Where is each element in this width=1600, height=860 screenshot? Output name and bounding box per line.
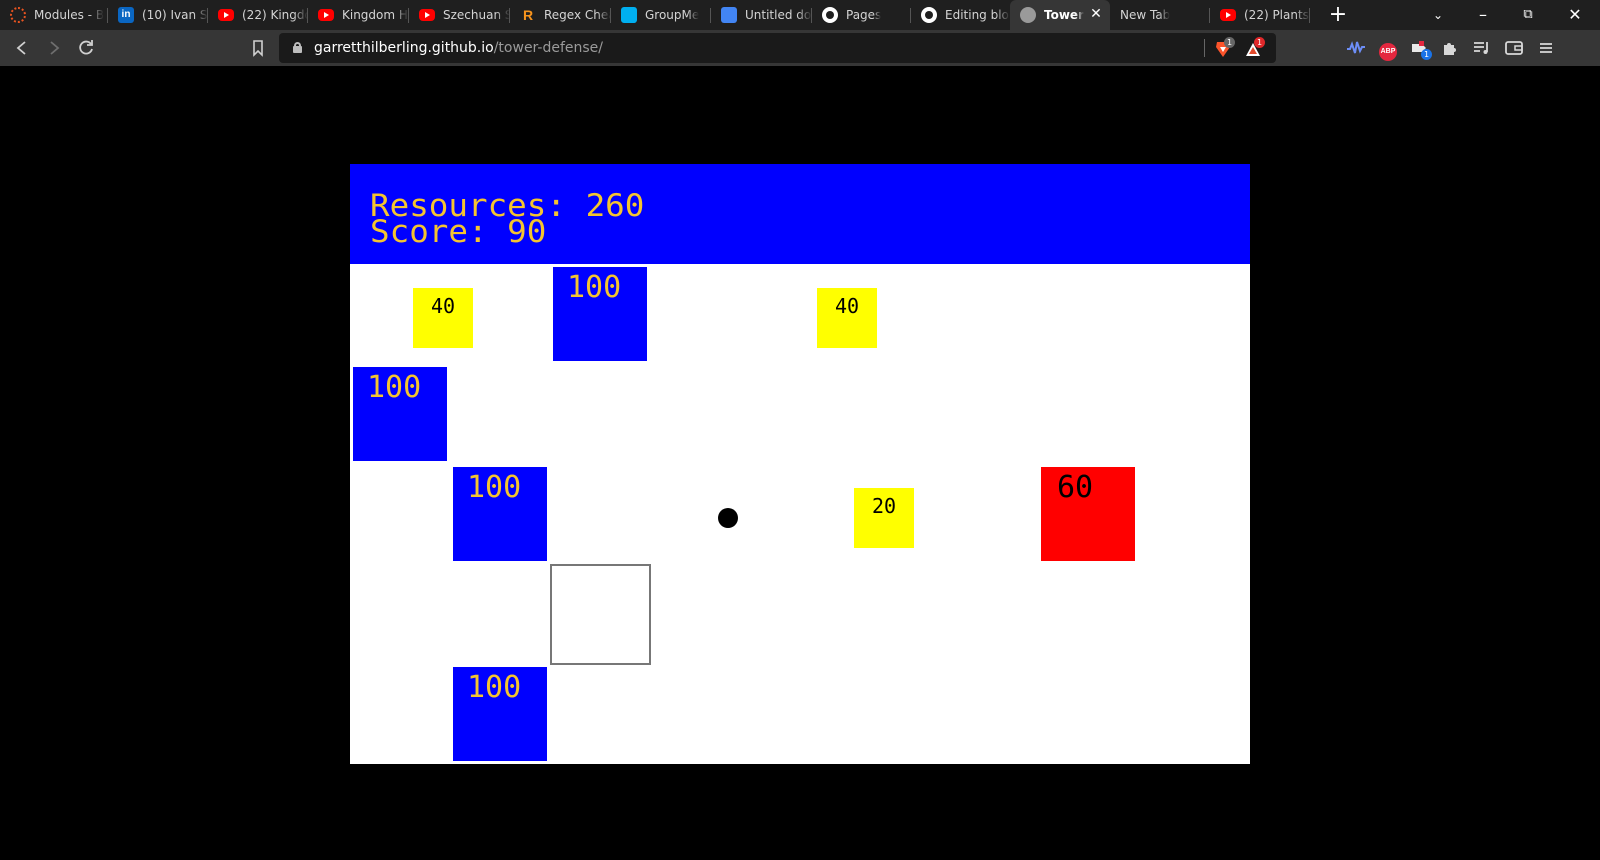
browser-tab[interactable]: Pages [812,0,911,30]
groupme-icon [621,7,637,23]
new-tab-button[interactable]: + [1318,0,1358,30]
defender-health: 100 [467,470,522,505]
regex-icon: R [522,7,534,23]
forward-icon [50,41,60,55]
adblock-plus-button[interactable]: ABP [1376,36,1400,61]
browser-tab[interactable]: Untitled doc [711,0,812,30]
tab-close-icon[interactable]: ✕ [1088,6,1104,22]
hovered-grid-cell[interactable] [550,564,651,665]
hamburger-icon [1540,43,1552,53]
resource-amount: 20 [871,494,897,518]
tab-title: Modules - B [34,8,105,22]
rewards-count-badge: 1 [1254,37,1265,48]
tab-title: Pages [846,8,882,22]
back-icon [16,41,26,55]
address-bar[interactable]: garretthilberling.github.io/tower-defens… [279,33,1276,63]
browser-tab[interactable]: in (10) Ivan She [108,0,208,30]
tab-title: (22) Kingdon [242,8,308,22]
resource-amount: 40 [430,294,456,318]
close-window-button[interactable]: ✕ [1555,0,1595,30]
defender-tower[interactable]: 100 [553,267,647,361]
linkedin-icon: in [118,7,134,23]
shields-count-badge: 1 [1224,37,1235,48]
resource-amount: 40 [834,294,860,318]
defender-health: 100 [467,670,522,705]
bookmark-button[interactable] [246,36,270,60]
browser-tab[interactable]: R Regex Cheat [510,0,611,30]
resource-pickup[interactable]: 20 [854,488,914,548]
url-text[interactable]: garretthilberling.github.io/tower-defens… [314,40,603,56]
wallet-button[interactable] [1502,36,1526,60]
puzzle-icon [1444,43,1456,55]
brave-rewards-button[interactable]: 1 [1245,37,1265,58]
youtube-icon [419,9,435,21]
defender-health: 100 [367,370,422,405]
ubuntu-icon [10,7,26,23]
tab-title: Untitled doc [745,8,812,22]
lock-icon [293,42,302,53]
extension-waveform-button[interactable] [1344,36,1368,60]
brave-shields-button[interactable]: 1 [1215,37,1235,58]
forward-button[interactable] [42,36,66,60]
tab-active[interactable]: Tower D ✕ [1010,0,1110,30]
extensions-button[interactable] [1438,36,1462,60]
game-hud: Resources: 260 Score: 90 [350,164,1250,264]
resource-pickup[interactable]: 40 [817,288,877,348]
reload-icon [79,40,93,55]
projectile [718,508,738,528]
tab-title: Tower D [1044,8,1084,22]
globe-icon [1020,7,1036,23]
tab-title: Regex Cheat [544,8,611,22]
youtube-icon [318,9,334,21]
restore-button[interactable]: ⧉ [1508,0,1548,30]
waveform-icon [1347,41,1365,54]
menu-button[interactable] [1534,36,1558,60]
browser-tab[interactable]: New Tab [1110,0,1210,30]
browser-tab[interactable]: Editing blog [911,0,1010,30]
tab-title: GroupMe [645,8,700,22]
github-icon [921,7,937,23]
browser-tab[interactable]: Kingdom He [308,0,409,30]
url-divider [1204,39,1205,57]
tab-title: Kingdom He [342,8,409,22]
tab-search-chevron-icon[interactable]: ⌄ [1418,0,1458,30]
browser-tab[interactable]: Szechuan Sa [409,0,510,30]
defender-tower[interactable]: 100 [453,467,547,561]
tab-separator [1309,8,1310,23]
defender-health: 100 [567,270,622,305]
tab-title: (10) Ivan She [142,8,208,22]
enemy-unit: 60 [1041,467,1135,561]
youtube-icon [1220,9,1236,21]
youtube-icon [218,9,234,21]
defender-tower[interactable]: 100 [453,667,547,761]
reading-list-button[interactable] [1470,36,1494,60]
extension-count-badge: 1 [1421,49,1432,60]
game-canvas[interactable]: Resources: 260 Score: 90 40 40 20 100 10… [350,164,1250,764]
browser-tab[interactable]: (22) Plants v [1210,0,1310,30]
playlist-icon [1474,42,1488,54]
defender-tower[interactable]: 100 [353,367,447,461]
abp-icon: ABP [1379,43,1397,61]
extension-flag-button[interactable]: 1 [1408,36,1432,60]
back-button[interactable] [10,36,34,60]
browser-tab[interactable]: GroupMe [611,0,711,30]
browser-tab[interactable]: Modules - B [0,0,108,30]
docs-icon [721,7,737,23]
wallet-icon [1505,41,1523,55]
tab-title: New Tab [1120,8,1171,22]
resource-pickup[interactable]: 40 [413,288,473,348]
reload-button[interactable] [74,36,98,60]
bookmark-icon [253,40,263,57]
score-readout: Score: 90 [370,214,547,250]
github-icon [822,7,838,23]
minimize-button[interactable]: – [1463,0,1503,30]
browser-toolbar: garretthilberling.github.io/tower-defens… [0,30,1600,66]
tab-title: Editing blog [945,8,1010,22]
tab-title: Szechuan Sa [443,8,510,22]
enemy-health: 60 [1057,470,1094,505]
tab-title: (22) Plants v [1244,8,1310,22]
browser-tab[interactable]: (22) Kingdon [208,0,308,30]
tab-strip: Modules - B in (10) Ivan She (22) Kingdon Ki… [0,0,1600,30]
